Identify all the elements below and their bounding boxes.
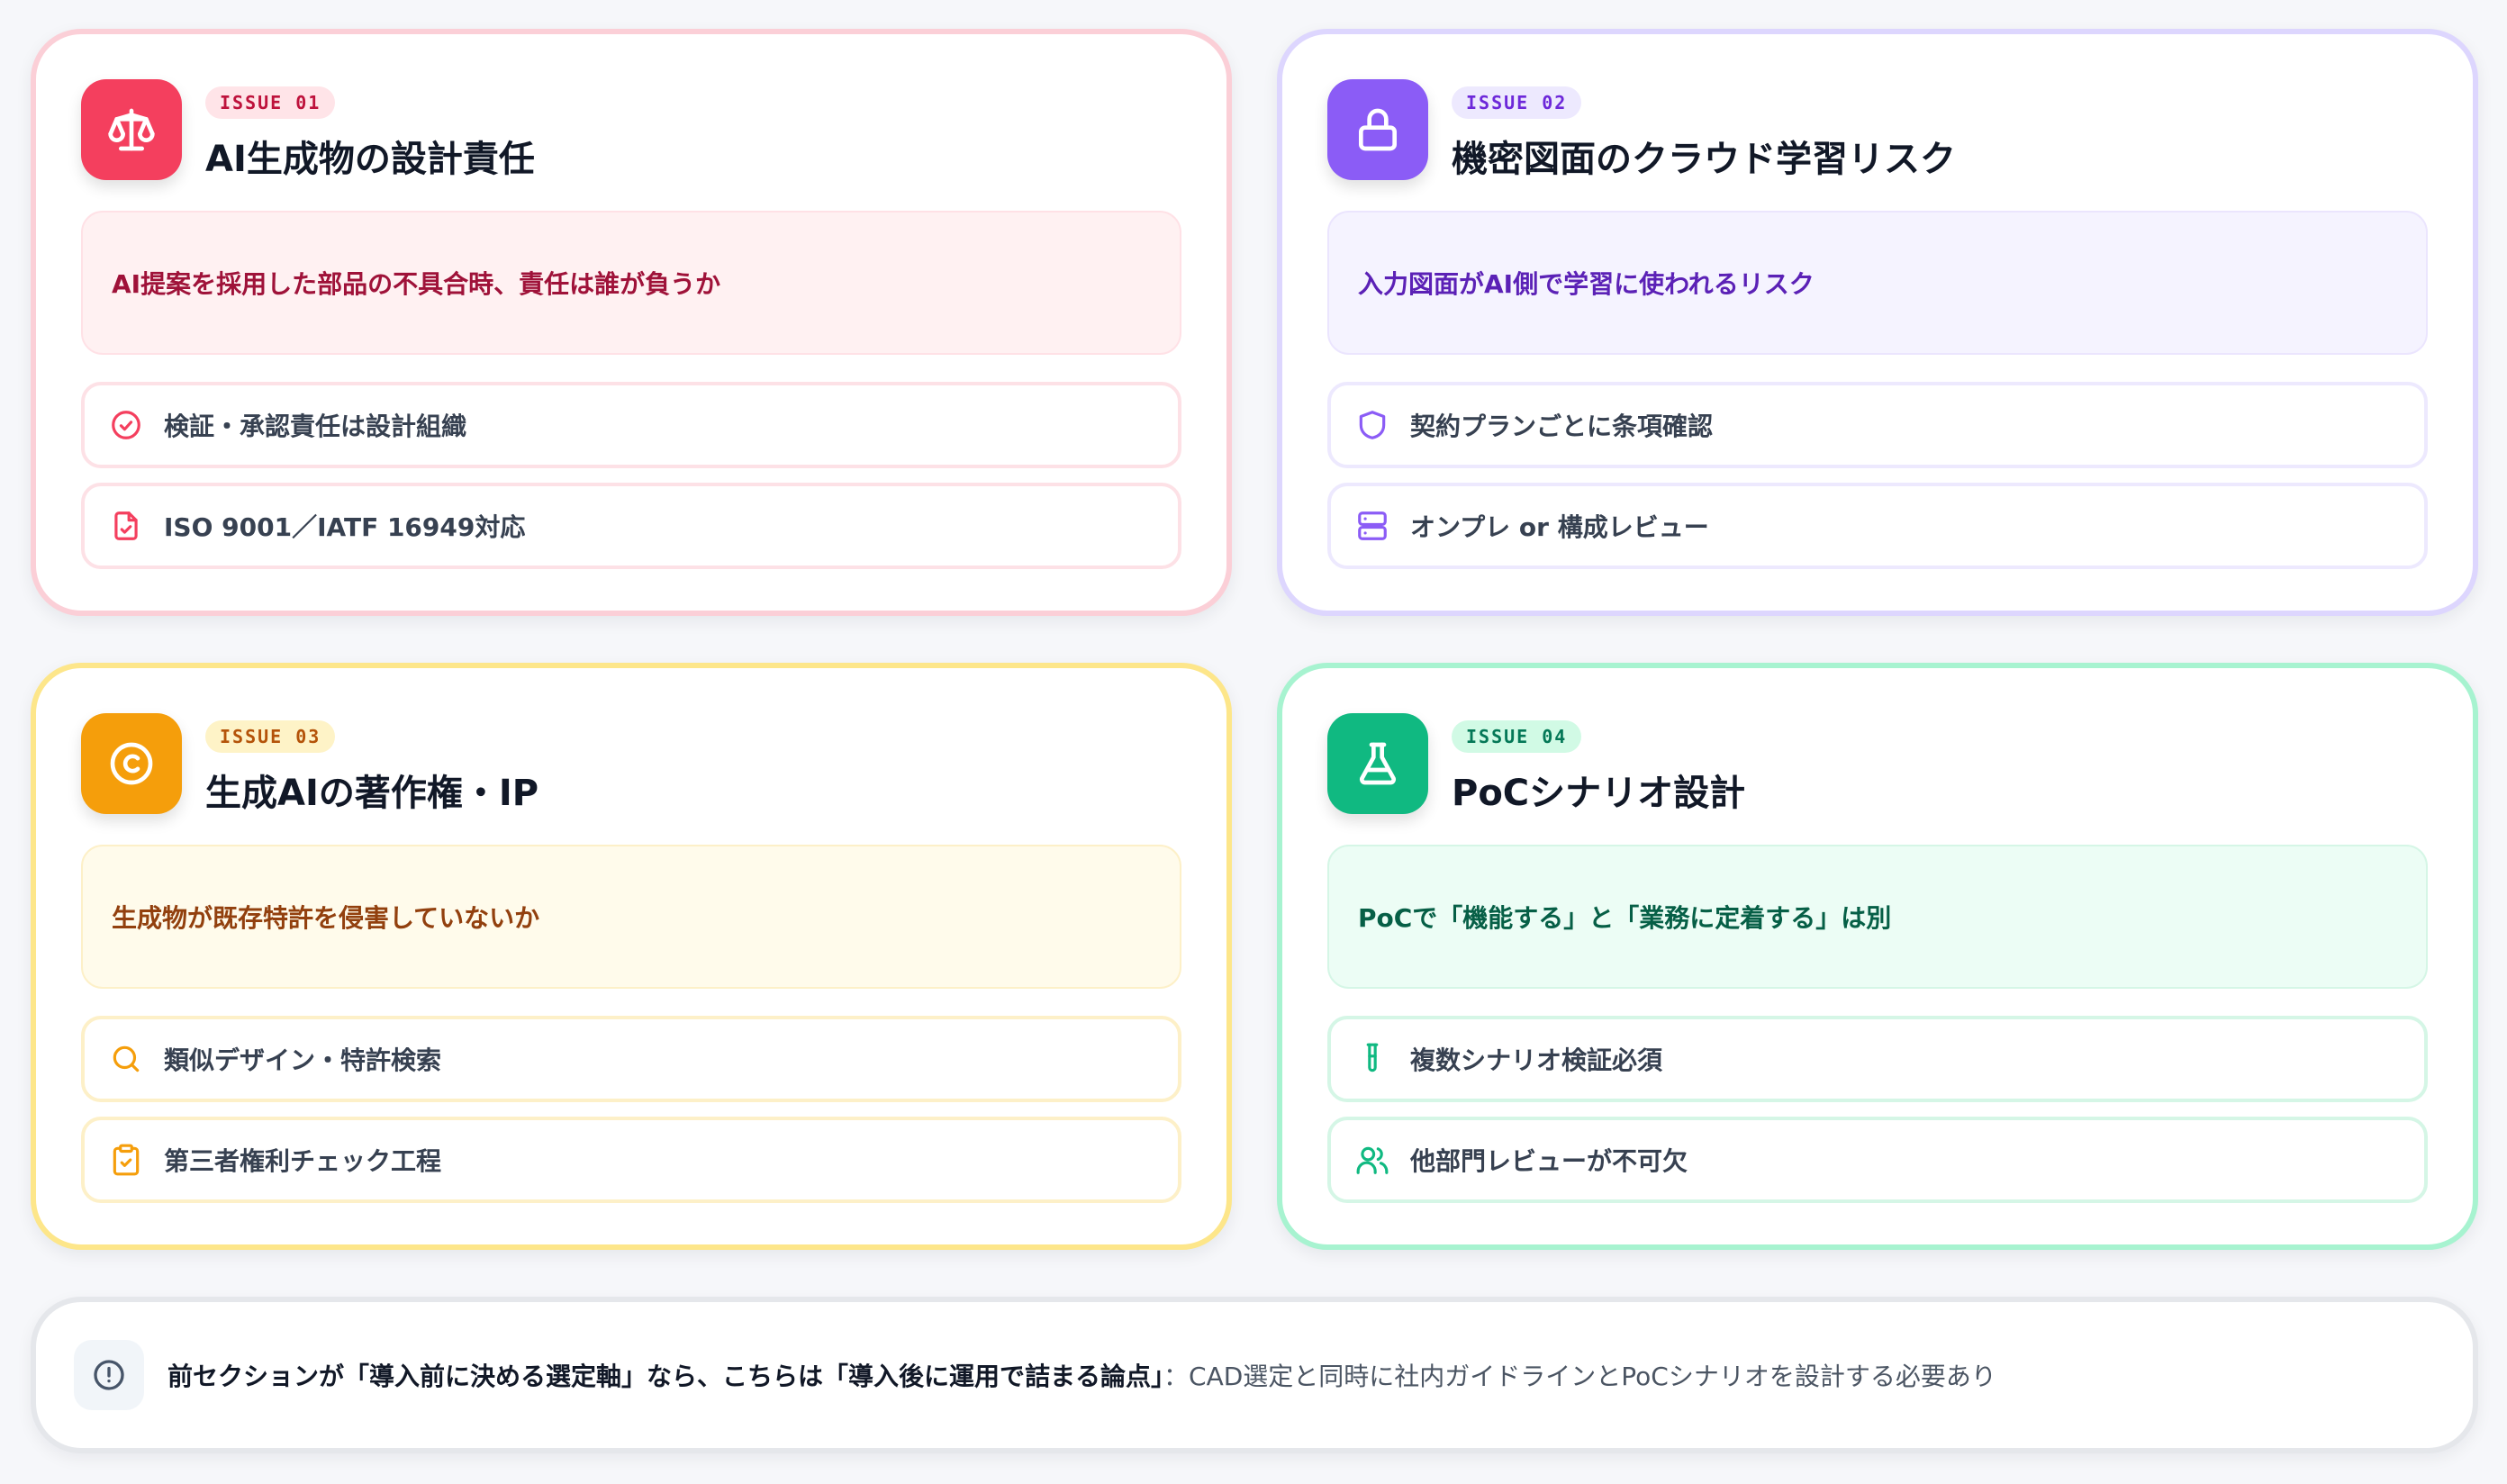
issue-question: AI提案を採用した部品の不具合時、責任は誰が負うか bbox=[81, 211, 1181, 355]
point-item: 他部門レビューが不可欠 bbox=[1327, 1117, 2428, 1203]
card-header: ISSUE 02 機密図面のクラウド学習リスク bbox=[1327, 79, 1956, 182]
issue-card-copyright-ip: ISSUE 03 生成AIの著作権・IP 生成物が既存特許を侵害していないか 類… bbox=[31, 663, 1232, 1250]
note-emphasis: 前セクションが「導入前に決める選定軸」なら、こちらは「導入後に運用で詰まる論点」 bbox=[167, 1362, 1164, 1391]
summary-note: 前セクションが「導入前に決める選定軸」なら、こちらは「導入後に運用で詰まる論点」… bbox=[31, 1297, 2478, 1453]
scale-icon bbox=[81, 79, 182, 180]
flask-icon bbox=[1327, 713, 1428, 814]
issue-card-design-liability: ISSUE 01 AI生成物の設計責任 AI提案を採用した部品の不具合時、責任は… bbox=[31, 29, 1232, 616]
issue-question: PoCで「機能する」と「業務に定着する」は別 bbox=[1327, 845, 2428, 989]
check-circle-icon bbox=[108, 407, 144, 443]
lock-icon bbox=[1327, 79, 1428, 180]
shield-icon bbox=[1354, 407, 1390, 443]
copyright-icon bbox=[81, 713, 182, 814]
clipboard-check-icon bbox=[108, 1142, 144, 1178]
file-check-icon bbox=[108, 508, 144, 544]
issue-card-poc-scenario: ISSUE 04 PoCシナリオ設計 PoCで「機能する」と「業務に定着する」は… bbox=[1277, 663, 2478, 1250]
point-text: 契約プランごとに条項確認 bbox=[1410, 412, 1714, 441]
search-icon bbox=[108, 1041, 144, 1077]
card-header: ISSUE 04 PoCシナリオ設計 bbox=[1327, 713, 1745, 816]
card-title: 生成AIの著作権・IP bbox=[205, 773, 539, 814]
issue-badge: ISSUE 03 bbox=[205, 720, 336, 753]
point-text: 複数シナリオ検証必須 bbox=[1410, 1045, 1663, 1075]
card-header: ISSUE 03 生成AIの著作権・IP bbox=[81, 713, 539, 816]
point-text: 類似デザイン・特許検索 bbox=[164, 1045, 442, 1075]
point-item: オンプレ or 構成レビュー bbox=[1327, 483, 2428, 569]
issue-question: 生成物が既存特許を侵害していないか bbox=[81, 845, 1181, 989]
point-item: 検証・承認責任は設計組織 bbox=[81, 382, 1181, 468]
point-text: 第三者権利チェック工程 bbox=[164, 1146, 442, 1176]
point-text: 検証・承認責任は設計組織 bbox=[164, 412, 467, 441]
server-icon bbox=[1354, 508, 1390, 544]
point-text: オンプレ or 構成レビュー bbox=[1410, 512, 1709, 542]
users-icon bbox=[1354, 1142, 1390, 1178]
card-title: 機密図面のクラウド学習リスク bbox=[1452, 139, 1956, 180]
alert-circle-icon bbox=[74, 1340, 144, 1410]
point-item: 契約プランごとに条項確認 bbox=[1327, 382, 2428, 468]
point-text: 他部門レビューが不可欠 bbox=[1410, 1146, 1688, 1176]
card-title: PoCシナリオ設計 bbox=[1452, 773, 1746, 814]
card-title: AI生成物の設計責任 bbox=[205, 139, 535, 180]
card-header: ISSUE 01 AI生成物の設計責任 bbox=[81, 79, 535, 182]
point-text: ISO 9001／IATF 16949対応 bbox=[164, 512, 526, 542]
point-item: ISO 9001／IATF 16949対応 bbox=[81, 483, 1181, 569]
issue-question: 入力図面がAI側で学習に使われるリスク bbox=[1327, 211, 2428, 355]
note-text: 前セクションが「導入前に決める選定軸」なら、こちらは「導入後に運用で詰まる論点」… bbox=[167, 1357, 1996, 1393]
issue-badge: ISSUE 02 bbox=[1452, 86, 1582, 119]
issue-badge: ISSUE 04 bbox=[1452, 720, 1582, 753]
point-item: 類似デザイン・特許検索 bbox=[81, 1016, 1181, 1102]
test-tube-icon bbox=[1354, 1041, 1390, 1077]
issue-badge: ISSUE 01 bbox=[205, 86, 336, 119]
issue-card-cloud-learning-risk: ISSUE 02 機密図面のクラウド学習リスク 入力図面がAI側で学習に使われる… bbox=[1277, 29, 2478, 616]
point-item: 第三者権利チェック工程 bbox=[81, 1117, 1181, 1203]
note-rest: ：CAD選定と同時に社内ガイドラインとPoCシナリオを設計する必要あり bbox=[1163, 1362, 1996, 1391]
point-item: 複数シナリオ検証必須 bbox=[1327, 1016, 2428, 1102]
